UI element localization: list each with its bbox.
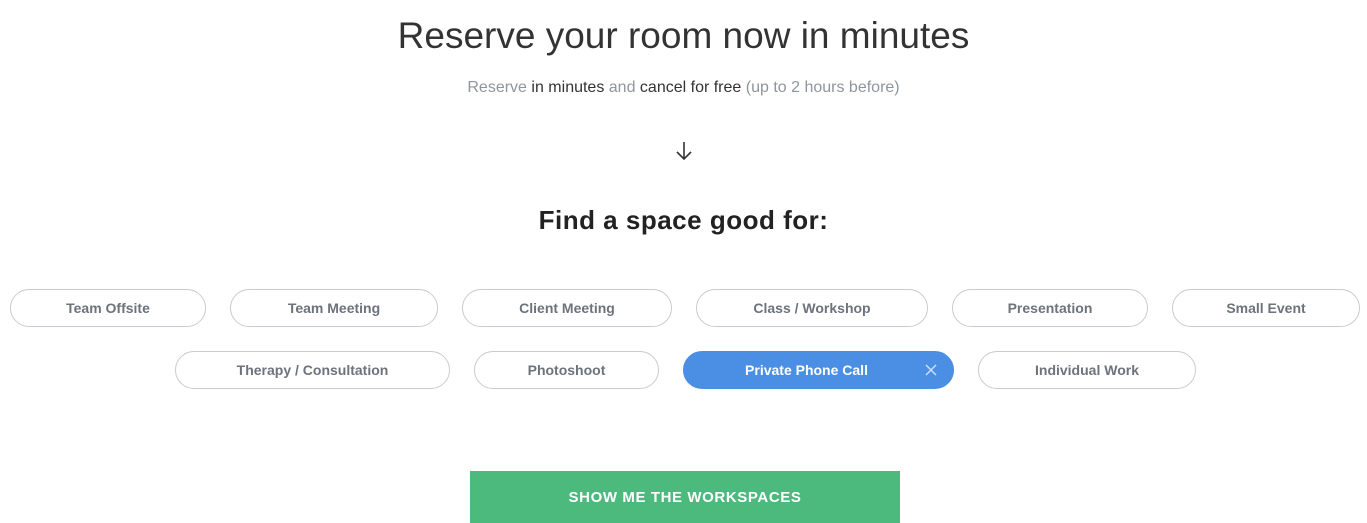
page-title: Reserve your room now in minutes <box>397 15 970 56</box>
filter-pill-client-meeting[interactable]: Client Meeting <box>462 289 672 327</box>
arrow-down-icon <box>676 142 692 161</box>
filter-pill-small-event[interactable]: Small Event <box>1172 289 1360 327</box>
close-icon[interactable] <box>923 362 939 378</box>
subtitle-text-1: Reserve <box>467 79 532 96</box>
filter-pill-label: Therapy / Consultation <box>236 362 389 378</box>
filter-pill-team-meeting[interactable]: Team Meeting <box>230 289 438 327</box>
filter-pill-label: Small Event <box>1226 300 1306 316</box>
filter-pill-class-workshop[interactable]: Class / Workshop <box>696 289 928 327</box>
filter-pill-label: Individual Work <box>1035 362 1139 378</box>
filter-pill-label: Client Meeting <box>519 300 615 316</box>
filter-pill-photoshoot[interactable]: Photoshoot <box>474 351 659 389</box>
page-subtitle: Reserve in minutes and cancel for free (… <box>0 78 1367 98</box>
filter-pill-label: Team Meeting <box>287 300 381 316</box>
filter-pill-individual-work[interactable]: Individual Work <box>978 351 1196 389</box>
filter-pill-label: Private Phone Call <box>745 362 868 378</box>
show-workspaces-label: SHOW ME THE WORKSPACES <box>568 488 802 506</box>
show-workspaces-button[interactable]: SHOW ME THE WORKSPACES <box>470 471 900 523</box>
filter-pill-label: Photoshoot <box>527 362 606 378</box>
filter-pill-presentation[interactable]: Presentation <box>952 289 1148 327</box>
subtitle-text-2: in minutes <box>531 79 605 96</box>
filter-pill-label: Presentation <box>1007 300 1093 316</box>
filter-pill-therapy-consultation[interactable]: Therapy / Consultation <box>175 351 450 389</box>
subtitle-text-5: (up to 2 hours before) <box>741 79 900 96</box>
filter-pill-label: Class / Workshop <box>753 300 871 316</box>
filter-pill-label: Team Offsite <box>66 300 150 316</box>
subtitle-text-4: cancel for free <box>639 79 742 96</box>
filter-pill-team-offsite[interactable]: Team Offsite <box>10 289 206 327</box>
filter-heading: Find a space good for: <box>538 205 829 235</box>
filter-pill-private-phone-call[interactable]: Private Phone Call <box>683 351 954 389</box>
subtitle-text-3: and <box>604 79 640 96</box>
